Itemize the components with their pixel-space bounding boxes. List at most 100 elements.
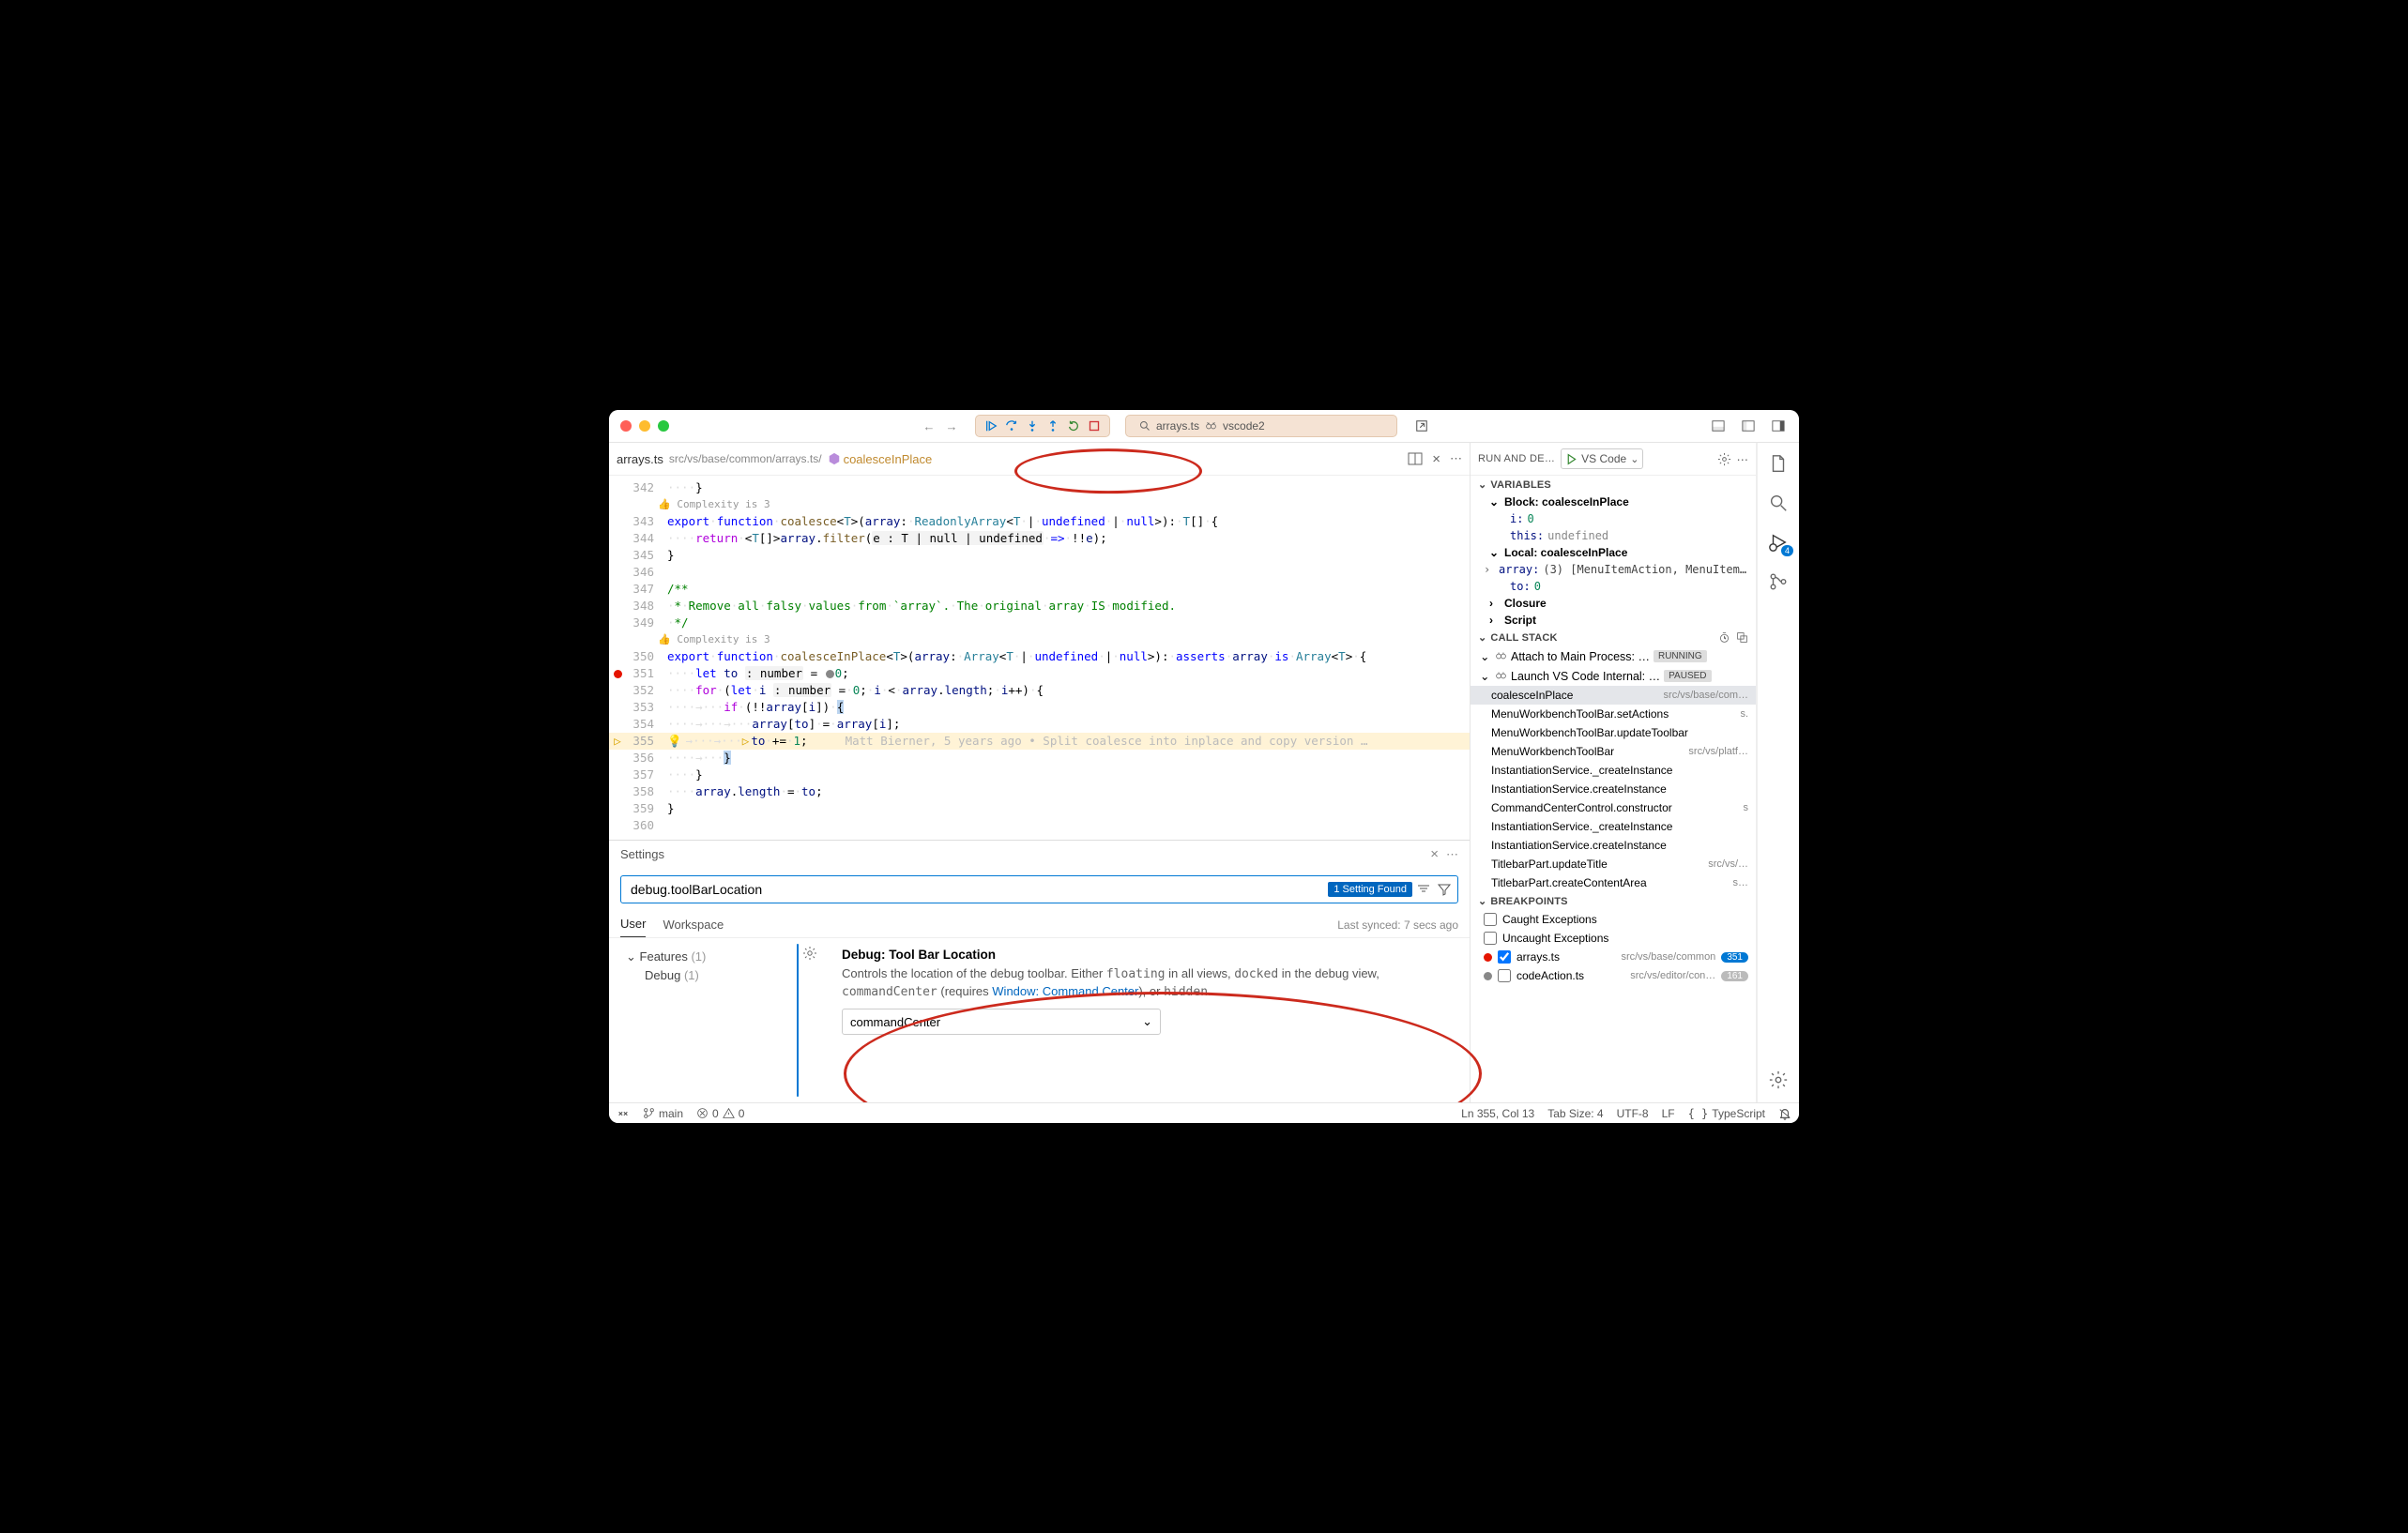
- debug-launch-config[interactable]: VS Code ⌄: [1561, 448, 1643, 469]
- tree-debug[interactable]: Debug (1): [626, 966, 789, 984]
- source-control-icon[interactable]: [1767, 570, 1790, 593]
- breadcrumb-path[interactable]: src/vs/base/common/arrays.ts/: [669, 452, 822, 465]
- remote-button[interactable]: [617, 1107, 630, 1120]
- section-callstack[interactable]: ⌄CALL STACK: [1471, 629, 1756, 646]
- callstack-frame[interactable]: InstantiationService.createInstance: [1471, 780, 1756, 798]
- setting-description: Controls the location of the debug toolb…: [842, 965, 1456, 1001]
- debug-step-over-button[interactable]: [1002, 417, 1021, 435]
- debug-settings-button[interactable]: [1717, 452, 1731, 466]
- callstack-frame[interactable]: TitlebarPart.createContentAreas…: [1471, 873, 1756, 892]
- debug-activity-icon[interactable]: 4: [1767, 531, 1790, 554]
- setting-link-command-center[interactable]: Window: Command Center: [992, 984, 1138, 998]
- titlebar: ← → arrays.ts: [609, 410, 1799, 443]
- codelens-complexity[interactable]: 👍 Complexity is 3: [658, 498, 770, 510]
- search-activity-icon[interactable]: [1767, 492, 1790, 514]
- variable-row[interactable]: i: 0: [1471, 510, 1756, 527]
- editor-tab-bar: arrays.ts src/vs/base/common/arrays.ts/ …: [609, 443, 1470, 476]
- callstack-collapse-icon[interactable]: [1736, 631, 1748, 644]
- callstack-frame[interactable]: InstantiationService.createInstance: [1471, 836, 1756, 855]
- toggle-secondary-sidebar-button[interactable]: [1769, 417, 1788, 435]
- section-variables[interactable]: ⌄VARIABLES: [1471, 476, 1756, 493]
- code-editor[interactable]: 342····} 👍 Complexity is 3 343export·fun…: [609, 476, 1470, 840]
- activity-bar: 4: [1757, 443, 1799, 1102]
- callstack-frame[interactable]: CommandCenterControl.constructors: [1471, 798, 1756, 817]
- toggle-sidebar-button[interactable]: [1739, 417, 1758, 435]
- setting-title: Debug: Tool Bar Location: [842, 948, 1456, 962]
- section-breakpoints[interactable]: ⌄BREAKPOINTS: [1471, 892, 1756, 910]
- debug-stop-button[interactable]: [1085, 417, 1104, 435]
- settings-search: 1 Setting Found: [620, 875, 1458, 903]
- explorer-icon[interactable]: [1767, 452, 1790, 475]
- tree-features[interactable]: ⌄ Features (1): [626, 948, 789, 966]
- breadcrumb-symbol[interactable]: coalesceInPlace: [828, 452, 933, 466]
- variable-row[interactable]: this: undefined: [1471, 527, 1756, 544]
- settings-more-button[interactable]: ⋯: [1446, 847, 1458, 862]
- language-mode[interactable]: { } TypeScript: [1688, 1107, 1765, 1120]
- callstack-frame[interactable]: coalesceInPlacesrc/vs/base/com…: [1471, 686, 1756, 705]
- variable-row[interactable]: ›array: (3) [MenuItemAction, MenuItem…: [1471, 561, 1756, 578]
- breakpoint-icon[interactable]: [614, 670, 622, 678]
- chevron-down-icon: ⌄: [1630, 453, 1638, 465]
- debug-step-out-button[interactable]: [1044, 417, 1062, 435]
- breakpoint-file[interactable]: codeAction.tssrc/vs/editor/con…161: [1471, 966, 1756, 985]
- breakpoint-caught[interactable]: Caught Exceptions: [1471, 910, 1756, 929]
- settings-tab-workspace[interactable]: Workspace: [663, 912, 724, 937]
- callstack-frame[interactable]: MenuWorkbenchToolBarsrc/vs/platf…: [1471, 742, 1756, 761]
- breakpoint-file[interactable]: arrays.tssrc/vs/base/common351: [1471, 948, 1756, 966]
- debug-step-into-button[interactable]: [1023, 417, 1042, 435]
- debug-more-button[interactable]: ⋯: [1737, 452, 1749, 466]
- callstack-session[interactable]: ⌄Attach to Main Process: …RUNNING: [1471, 646, 1756, 666]
- close-editor-button[interactable]: ×: [1432, 451, 1440, 467]
- notifications-button[interactable]: [1778, 1107, 1791, 1120]
- branch-button[interactable]: main: [643, 1107, 683, 1120]
- scope-local[interactable]: ⌄Local: coalesceInPlace: [1471, 544, 1756, 561]
- cursor-position[interactable]: Ln 355, Col 13: [1461, 1107, 1534, 1120]
- scope-closure[interactable]: ›Closure: [1471, 595, 1756, 612]
- callstack-frame[interactable]: InstantiationService._createInstance: [1471, 817, 1756, 836]
- nav-buttons: ← →: [921, 419, 960, 433]
- setting-dropdown[interactable]: commandCenter ⌄: [842, 1009, 1161, 1035]
- debug-continue-button[interactable]: [982, 417, 1000, 435]
- callstack-session[interactable]: ⌄Launch VS Code Internal: …PAUSED: [1471, 666, 1756, 686]
- close-settings-button[interactable]: ×: [1430, 846, 1439, 862]
- open-external-button[interactable]: [1412, 417, 1431, 435]
- tab-size[interactable]: Tab Size: 4: [1547, 1107, 1603, 1120]
- eol[interactable]: LF: [1662, 1107, 1675, 1120]
- settings-panel: Settings × ⋯ 1 Setting Found Us: [609, 840, 1470, 1102]
- nav-back-button[interactable]: ←: [921, 419, 937, 433]
- search-icon: [1139, 420, 1151, 432]
- split-editor-button[interactable]: [1408, 451, 1423, 467]
- callstack-timer-icon[interactable]: [1718, 631, 1730, 644]
- settings-tab-user[interactable]: User: [620, 911, 646, 937]
- scope-script[interactable]: ›Script: [1471, 612, 1756, 629]
- settings-activity-icon[interactable]: [1767, 1069, 1790, 1091]
- nav-forward-button[interactable]: →: [943, 419, 960, 433]
- settings-tabs: User Workspace Last synced: 7 secs ago: [609, 911, 1470, 938]
- toggle-panel-button[interactable]: [1709, 417, 1728, 435]
- callstack-frame[interactable]: InstantiationService._createInstance: [1471, 761, 1756, 780]
- setting-gear-icon[interactable]: [802, 946, 817, 961]
- breakpoint-uncaught[interactable]: Uncaught Exceptions: [1471, 929, 1756, 948]
- settings-search-input[interactable]: [627, 882, 1328, 897]
- settings-title: Settings: [620, 847, 1423, 861]
- debug-toolbar: [975, 415, 1110, 437]
- minimize-window-button[interactable]: [639, 420, 650, 432]
- settings-tree: ⌄ Features (1) Debug (1): [609, 938, 806, 1102]
- codelens-complexity-2[interactable]: 👍 Complexity is 3: [658, 633, 770, 645]
- encoding[interactable]: UTF-8: [1617, 1107, 1649, 1120]
- more-actions-button[interactable]: ⋯: [1450, 451, 1462, 467]
- current-frame-icon: ▷: [614, 733, 621, 750]
- callstack-frame[interactable]: MenuWorkbenchToolBar.setActionss.: [1471, 705, 1756, 723]
- close-window-button[interactable]: [620, 420, 632, 432]
- variable-row[interactable]: to: 0: [1471, 578, 1756, 595]
- debug-restart-button[interactable]: [1064, 417, 1083, 435]
- maximize-window-button[interactable]: [658, 420, 669, 432]
- tab-filename[interactable]: arrays.ts: [617, 452, 663, 466]
- errors-warnings-button[interactable]: 0 0: [696, 1107, 744, 1120]
- callstack-frame[interactable]: MenuWorkbenchToolBar.updateToolbar: [1471, 723, 1756, 742]
- command-center[interactable]: arrays.ts vscode2: [1125, 415, 1397, 437]
- clear-search-button[interactable]: [1416, 882, 1431, 897]
- callstack-frame[interactable]: TitlebarPart.updateTitlesrc/vs/…: [1471, 855, 1756, 873]
- scope-block[interactable]: ⌄Block: coalesceInPlace: [1471, 493, 1756, 510]
- filter-settings-button[interactable]: [1437, 882, 1452, 897]
